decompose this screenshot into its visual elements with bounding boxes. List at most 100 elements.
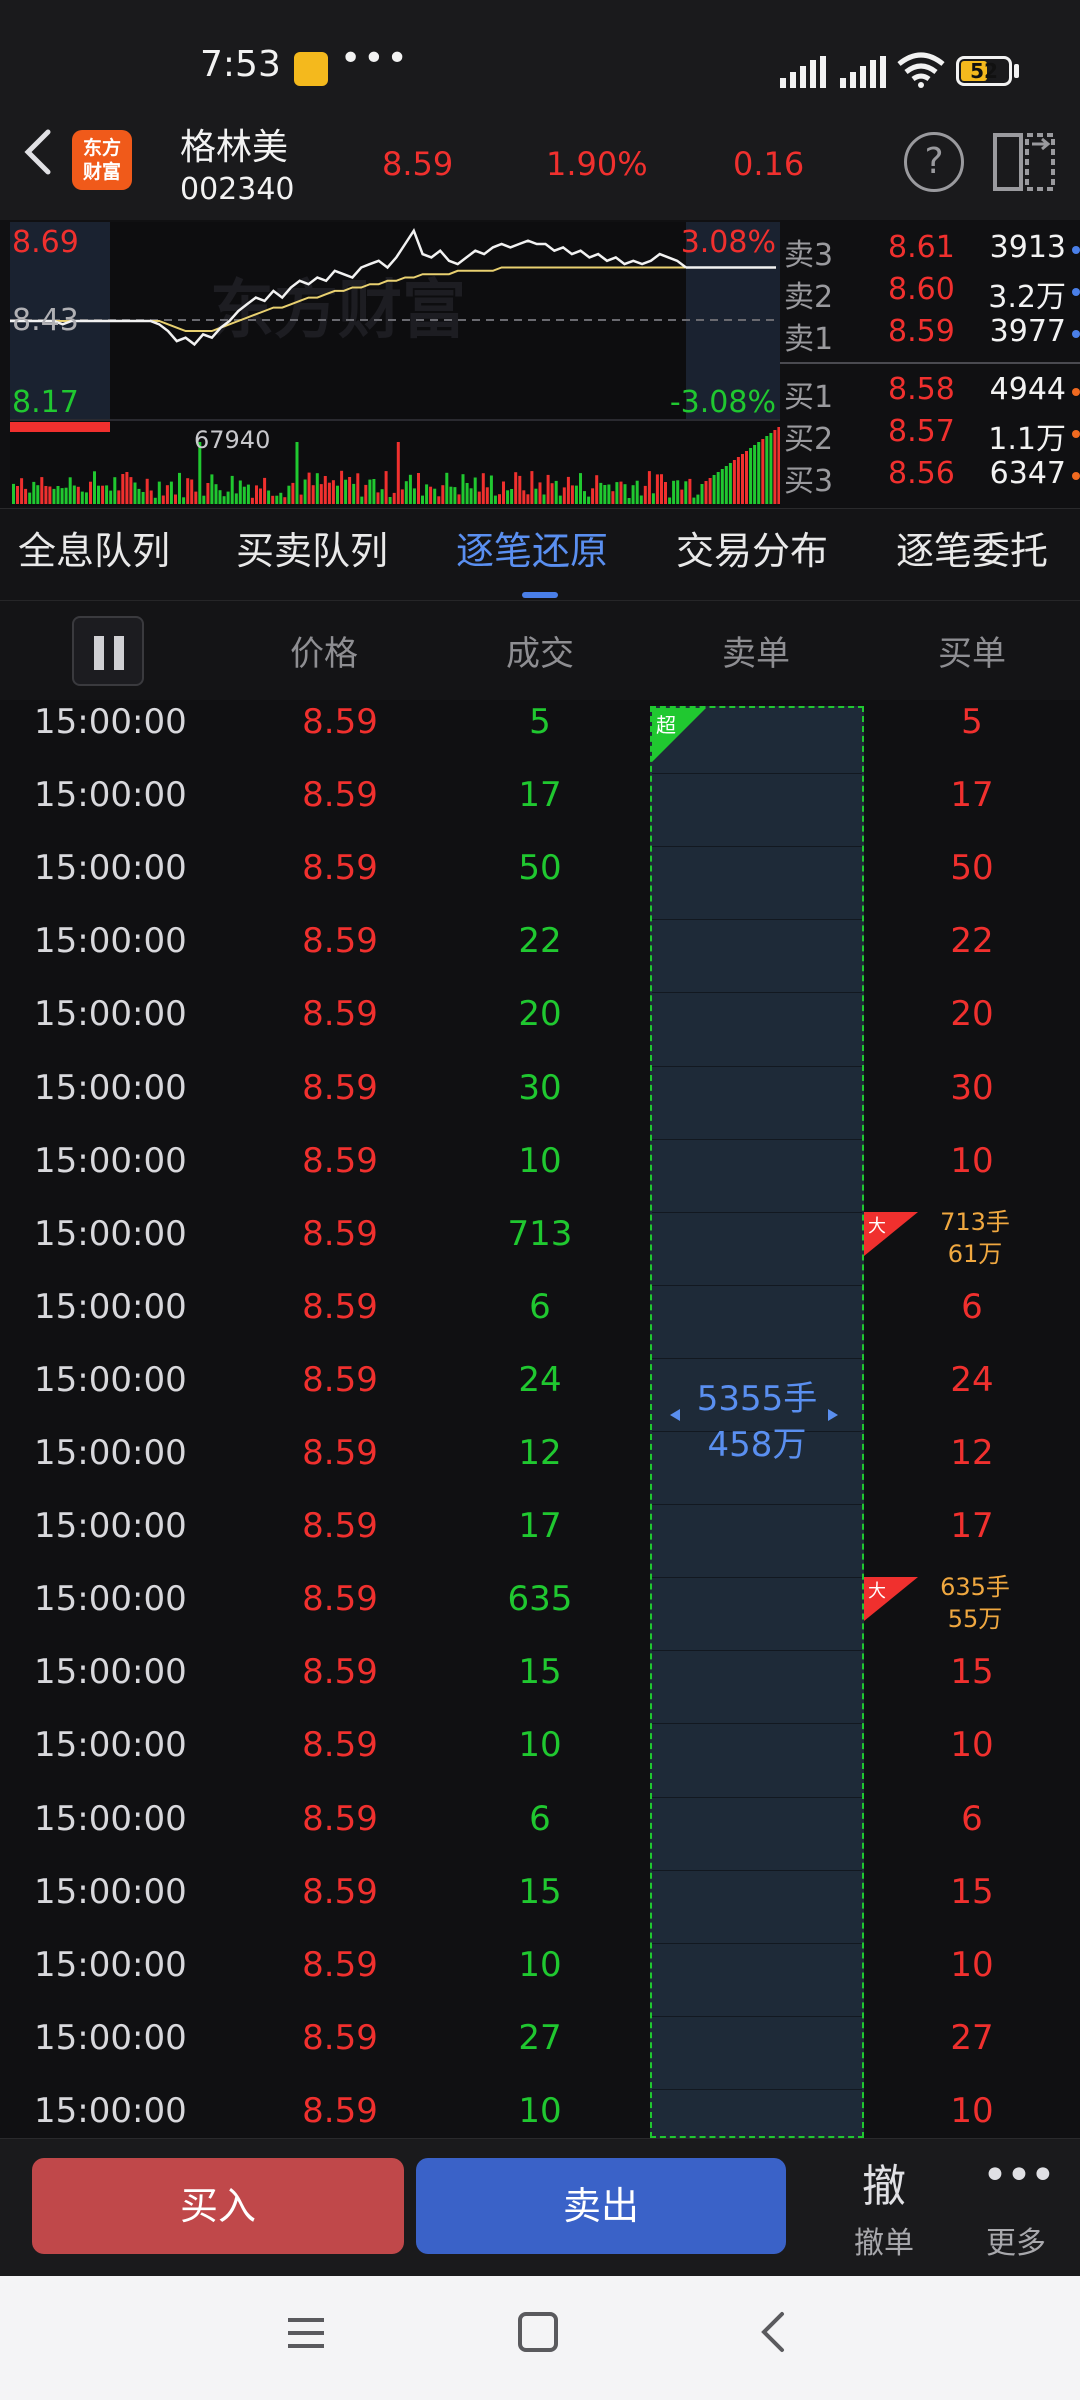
- volume-bar: [190, 479, 194, 504]
- volume-bar: [174, 494, 177, 504]
- buy-order-volume: 24: [950, 1359, 994, 1400]
- table-row[interactable]: 15:00:00 8.59 20 20: [0, 982, 1080, 1055]
- notes-app-icon: [294, 52, 328, 86]
- trade-price: 8.59: [302, 994, 378, 1035]
- volume-bar: [493, 495, 497, 504]
- order-book-row[interactable]: 卖1 8.59 3977: [784, 314, 1080, 357]
- pause-button[interactable]: [72, 616, 144, 686]
- tab-full-queue[interactable]: 全息队列: [18, 520, 170, 575]
- order-book-row[interactable]: 卖3 8.61 3913: [784, 230, 1080, 273]
- order-book-price: 8.59: [888, 314, 955, 349]
- order-book-row[interactable]: 买3 8.56 6347: [784, 456, 1080, 499]
- trade-price: 8.59: [302, 1725, 378, 1766]
- volume-bar: [129, 477, 133, 504]
- buy-order-volume: 15: [950, 1652, 994, 1693]
- volume-bar: [125, 472, 129, 504]
- help-icon[interactable]: ?: [904, 132, 964, 192]
- volume-bar: [477, 491, 481, 504]
- table-row[interactable]: 15:00:00 8.59 50 50: [0, 836, 1080, 909]
- volume-bar: [643, 485, 647, 504]
- volume-bar: [210, 474, 214, 504]
- table-row[interactable]: 15:00:00 8.59 15 15: [0, 1860, 1080, 1933]
- trade-time: 15:00:00: [34, 1359, 187, 1400]
- buy-button[interactable]: 买入: [32, 2158, 404, 2254]
- trade-time: 15:00:00: [34, 1579, 187, 1620]
- table-row[interactable]: 15:00:00 8.59 17 17: [0, 1494, 1080, 1567]
- column-price: 价格: [290, 634, 358, 674]
- table-row[interactable]: 15:00:00 8.59 30 30: [0, 1056, 1080, 1129]
- more-icon[interactable]: •••: [982, 2150, 1056, 2201]
- volume-bar: [627, 498, 631, 504]
- order-book-row[interactable]: 买2 8.57 1.1万: [784, 414, 1080, 457]
- split-screen-icon[interactable]: [992, 132, 1056, 192]
- volume-bar: [574, 485, 578, 504]
- pause-icon: [94, 636, 104, 670]
- volume-bar: [712, 475, 716, 504]
- table-row[interactable]: 15:00:00 8.59 6 6: [0, 1275, 1080, 1348]
- table-row[interactable]: 15:00:00 8.59 12 12: [0, 1421, 1080, 1494]
- volume-bar: [222, 496, 226, 504]
- volume-bar: [412, 488, 416, 504]
- trade-price: 8.59: [302, 1652, 378, 1693]
- table-row[interactable]: 15:00:00 8.59 10 10: [0, 1129, 1080, 1202]
- trade-time: 15:00:00: [34, 1871, 187, 1912]
- volume-bar: [299, 494, 303, 504]
- recent-apps-icon[interactable]: [286, 2316, 326, 2350]
- back-icon[interactable]: [18, 122, 58, 182]
- trade-price: 8.59: [302, 2090, 378, 2131]
- order-book-row[interactable]: 买1 8.58 4944: [784, 372, 1080, 415]
- table-row[interactable]: 15:00:00 8.59 10 10: [0, 1713, 1080, 1786]
- volume-bar: [255, 485, 258, 504]
- cancel-order-icon[interactable]: 撤: [852, 2150, 916, 2214]
- volume-bar: [680, 489, 684, 504]
- table-row[interactable]: 15:00:00 8.59 713 713手 61万: [0, 1202, 1080, 1275]
- big-buy-amount: 61万: [947, 1239, 1003, 1268]
- sell-button[interactable]: 卖出: [416, 2158, 786, 2254]
- volume-bar: [283, 497, 287, 504]
- volume-bar: [639, 495, 643, 504]
- order-book-level: 买3: [784, 464, 834, 499]
- order-book-price: 8.61: [888, 230, 955, 265]
- volume-bar: [327, 482, 331, 504]
- table-row[interactable]: 15:00:00 8.59 6 6: [0, 1787, 1080, 1860]
- order-book-row[interactable]: 卖2 8.60 3.2万: [784, 272, 1080, 315]
- table-row[interactable]: 15:00:00 8.59 10 10: [0, 1933, 1080, 2006]
- big-buy-order: 635手 55万: [900, 1571, 1050, 1635]
- trade-time: 15:00:00: [34, 994, 187, 1035]
- trade-time: 15:00:00: [34, 1506, 187, 1547]
- volume-bar: [12, 483, 15, 504]
- table-row[interactable]: 15:00:00 8.59 15 15: [0, 1640, 1080, 1713]
- change-percent: 1.90%: [546, 145, 648, 183]
- volume-bar: [76, 486, 80, 504]
- nav-back-icon[interactable]: [758, 2310, 788, 2354]
- volume-bar: [348, 477, 352, 504]
- tab-tick-orders[interactable]: 逐笔委托: [896, 520, 1080, 575]
- volume-bar: [178, 472, 181, 504]
- volume-bar: [570, 485, 574, 504]
- cancel-order-label[interactable]: 撤单: [842, 2218, 926, 2262]
- volume-bar: [271, 495, 275, 504]
- trade-price: 8.59: [302, 2017, 378, 2058]
- tab-tick-restore[interactable]: 逐笔还原: [456, 520, 608, 575]
- table-row[interactable]: 15:00:00 8.59 22 22: [0, 909, 1080, 982]
- volume-bar: [745, 451, 748, 504]
- tab-trade-distribution[interactable]: 交易分布: [676, 520, 828, 575]
- trade-volume: 50: [518, 848, 562, 889]
- tab-bid-ask-queue[interactable]: 买卖队列: [236, 520, 388, 575]
- table-row[interactable]: 15:00:00 8.59 24 24: [0, 1348, 1080, 1421]
- volume-bar: [388, 497, 392, 504]
- home-icon[interactable]: [518, 2312, 558, 2352]
- volume-bar: [20, 478, 24, 504]
- more-label[interactable]: 更多: [974, 2218, 1058, 2262]
- table-row[interactable]: 15:00:00 8.59 17 17: [0, 763, 1080, 836]
- buy-order-volume: 50: [950, 848, 994, 889]
- table-row[interactable]: 15:00:00 8.59 635 635手 55万: [0, 1567, 1080, 1640]
- volume-bar: [692, 497, 696, 504]
- volume-bar: [761, 439, 765, 504]
- volume-bar: [331, 480, 335, 504]
- volume-bar: [635, 480, 639, 504]
- buy-order-volume: 6: [961, 1798, 983, 1839]
- stock-name[interactable]: 格林美: [180, 118, 288, 170]
- table-row[interactable]: 15:00:00 8.59 5 5: [0, 690, 1080, 763]
- table-row[interactable]: 15:00:00 8.59 27 27: [0, 2006, 1080, 2079]
